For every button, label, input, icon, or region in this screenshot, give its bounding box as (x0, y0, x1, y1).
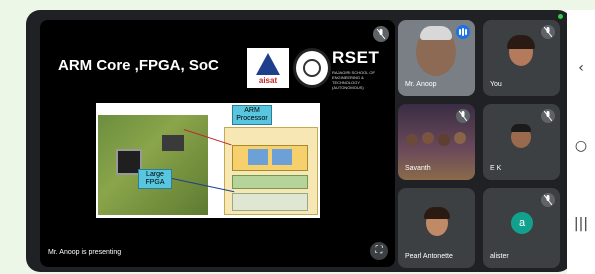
callout-large-fpga: Large FPGA (138, 169, 172, 189)
fullscreen-icon[interactable]: ⛶ (370, 242, 388, 260)
slide-title: ARM Core ,FPGA, SoC (58, 57, 219, 74)
participant-tile-savanth[interactable]: Savanth (398, 104, 475, 180)
participant-name: alister (490, 253, 509, 260)
camera-active-indicator (558, 14, 563, 19)
participant-tile-you[interactable]: You (483, 20, 560, 96)
recents-icon[interactable]: ||| (573, 216, 589, 232)
participant-avatar-letter: a (511, 212, 533, 234)
participant-tile-alister[interactable]: a alister (483, 188, 560, 268)
system-navigation-bar: ‹ ○ ||| (567, 10, 595, 274)
soc-cpu-core (272, 149, 292, 165)
participant-name: Savanth (405, 165, 431, 172)
circle-home-icon[interactable]: ○ (573, 138, 589, 154)
rset-logo-subtitle: RAJAGIRI SCHOOL OF ENGINEERING & TECHNOL… (332, 70, 375, 90)
soc-fpga-fabric (232, 193, 308, 211)
soc-diagram: ARM Processor Large FPGA (96, 103, 320, 218)
participant-video (422, 132, 434, 144)
participant-name: You (490, 81, 502, 88)
presentation-tile[interactable]: ARM Core ,FPGA, SoC aisat RSET RAJAGIRI … (40, 20, 395, 267)
participant-avatar (507, 35, 535, 49)
soc-cpu-core (248, 149, 268, 165)
participant-name: Mr. Anoop (405, 81, 437, 88)
participant-video (420, 26, 452, 40)
rset-logo-name: RSET (332, 48, 380, 67)
shared-slide: ARM Core ,FPGA, SoC aisat RSET RAJAGIRI … (40, 20, 395, 246)
soc-network-on-chip (232, 175, 308, 189)
aisat-logo-text: aisat (258, 76, 278, 85)
aisat-logo: aisat (247, 48, 289, 88)
participant-tile-e-k[interactable]: E K (483, 104, 560, 180)
mic-off-icon (541, 109, 555, 123)
mic-off-icon (373, 26, 389, 42)
participant-avatar (511, 124, 531, 132)
participant-name: Pearl Antonette (405, 253, 453, 260)
participant-video (438, 134, 450, 146)
mic-off-icon (541, 193, 555, 207)
speaking-indicator-icon (456, 25, 470, 39)
participant-tile-mr-anoop[interactable]: Mr. Anoop (398, 20, 475, 96)
participant-tile-pearl-antonette[interactable]: Pearl Antonette (398, 188, 475, 268)
chevron-left-icon[interactable]: ‹ (573, 60, 589, 76)
rset-seal-logo (293, 48, 331, 88)
fpga-board-image (98, 115, 208, 215)
participant-video (406, 134, 418, 146)
mic-off-icon (541, 25, 555, 39)
soc-cpu-cluster (232, 145, 308, 171)
mic-off-icon (456, 109, 470, 123)
presenter-status: Mr. Anoop is presenting (48, 249, 122, 256)
participant-video (454, 132, 466, 144)
meeting-screen: ARM Core ,FPGA, SoC aisat RSET RAJAGIRI … (26, 10, 572, 272)
participant-avatar (424, 207, 450, 219)
arm-chip (162, 135, 184, 151)
participant-name: E K (490, 165, 502, 172)
callout-arm-processor: ARM Processor (232, 105, 272, 125)
